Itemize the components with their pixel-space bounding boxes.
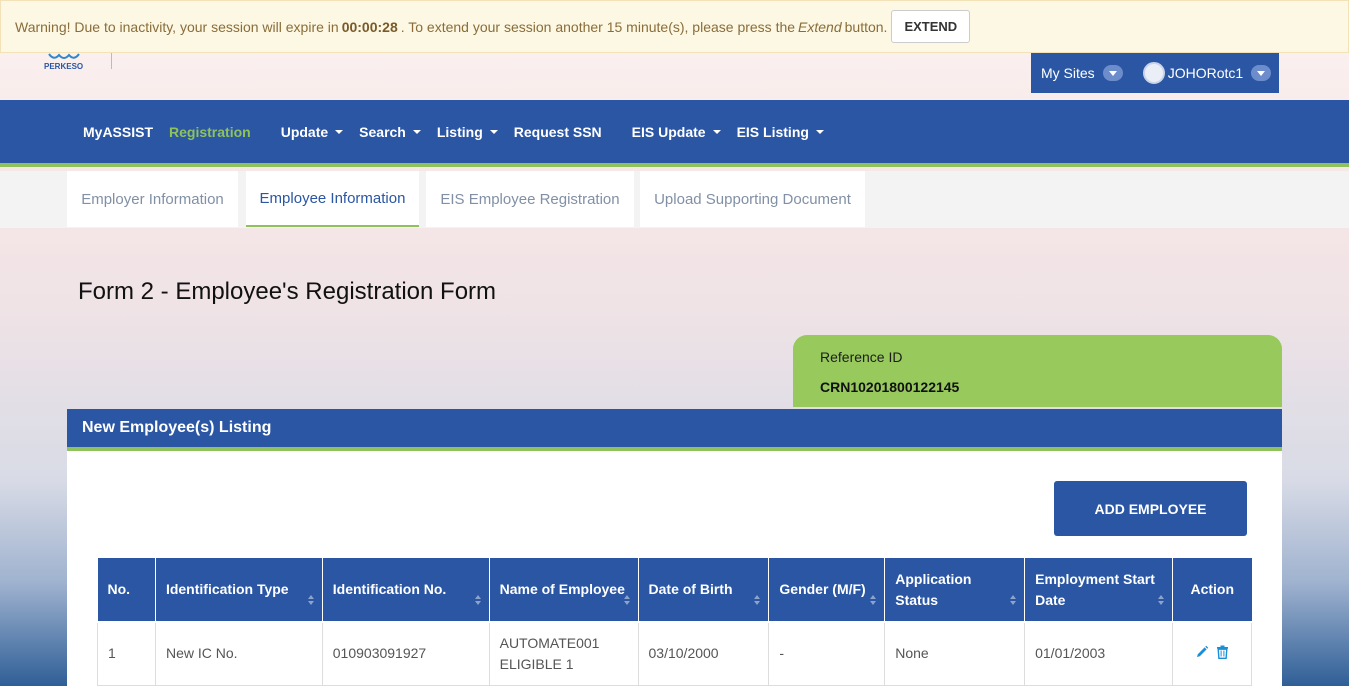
cell-name: AUTOMATE001 ELIGIBLE 1 — [488, 621, 639, 686]
cell-id-no: 010903091927 — [321, 621, 490, 686]
nav-request-ssn-label: Request SSN — [513, 123, 602, 140]
employee-table: No. Identification Type Identification N… — [97, 558, 1253, 686]
nav-update-label: Update — [280, 123, 329, 140]
nav-myassist[interactable]: MyASSIST — [83, 124, 153, 140]
my-sites-chevron-down-icon[interactable] — [1102, 65, 1123, 81]
pencil-icon[interactable] — [1195, 644, 1209, 665]
add-employee-button[interactable]: ADD EMPLOYEE — [1054, 481, 1247, 536]
col-start-date[interactable]: Employment Start Date — [1024, 558, 1173, 623]
col-no: No. — [97, 558, 156, 623]
cell-action — [1171, 621, 1253, 686]
sort-icon[interactable] — [307, 595, 315, 606]
nav-myassist-label: MyASSIST — [83, 123, 154, 140]
username-label[interactable]: JOHORotc1 — [1168, 65, 1243, 81]
header-divider — [111, 53, 112, 69]
col-status[interactable]: Application Status — [884, 558, 1026, 623]
col-dob-label: Date of Birth — [648, 581, 733, 597]
nav-registration[interactable]: Registration — [169, 124, 251, 140]
nav-listing[interactable]: Listing — [437, 124, 498, 140]
sort-icon[interactable] — [623, 595, 631, 606]
nav-eis-update[interactable]: EIS Update — [632, 124, 721, 140]
trash-icon[interactable] — [1216, 644, 1229, 665]
warning-suffix: button. — [844, 18, 888, 35]
chevron-down-icon — [335, 129, 344, 134]
cell-dob: 03/10/2000 — [637, 621, 770, 686]
col-dob[interactable]: Date of Birth — [638, 558, 770, 623]
page-title: Form 2 - Employee's Registration Form — [78, 278, 497, 305]
extend-button[interactable]: EXTEND — [891, 10, 971, 43]
warning-emph: Extend — [798, 18, 842, 35]
chevron-down-icon — [712, 129, 721, 134]
reference-box: Reference ID CRN10201800122145 — [793, 335, 1282, 407]
main-navbar: MyASSIST Registration Update Search List… — [0, 100, 1349, 167]
tab-employee-information[interactable]: Employee Information — [246, 171, 419, 227]
tab-upload-supporting-document[interactable]: Upload Supporting Document — [640, 171, 865, 227]
nav-registration-label: Registration — [169, 123, 251, 140]
user-menu-chevron-down-icon[interactable] — [1251, 65, 1272, 81]
col-identification-no-label: Identification No. — [332, 581, 447, 597]
col-start-date-label: Employment Start Date — [1035, 570, 1155, 608]
cell-status: None — [884, 621, 1026, 686]
chevron-down-icon — [815, 129, 824, 134]
nav-eis-listing[interactable]: EIS Listing — [737, 124, 824, 140]
chevron-down-icon — [489, 129, 498, 134]
sort-icon[interactable] — [754, 595, 761, 606]
nav-search[interactable]: Search — [359, 124, 421, 140]
col-gender[interactable]: Gender (M/F) — [768, 558, 886, 623]
avatar-icon[interactable] — [1142, 62, 1165, 84]
warning-prefix: Warning! Due to inactivity, your session… — [15, 18, 339, 35]
nav-eis-listing-label: EIS Listing — [736, 123, 809, 140]
col-no-label: No. — [107, 581, 131, 597]
col-identification-type[interactable]: Identification Type — [155, 558, 323, 623]
perkeso-logo[interactable]: PERKESO — [44, 53, 88, 73]
col-gender-label: Gender (M/F) — [779, 581, 866, 597]
warning-countdown: 00:00:28 — [341, 18, 398, 35]
cell-start-date: 01/01/2003 — [1024, 621, 1173, 686]
sort-icon[interactable] — [474, 595, 482, 606]
col-name-label: Name of Employee — [499, 581, 625, 597]
cell-gender: - — [768, 621, 886, 686]
col-action: Action — [1172, 558, 1252, 623]
nav-update[interactable]: Update — [280, 123, 344, 140]
logo-brand-text: PERKESO — [44, 62, 84, 71]
my-sites-label[interactable]: My Sites — [1041, 65, 1095, 81]
sort-icon[interactable] — [1157, 595, 1165, 606]
table-header-row: No. Identification Type Identification N… — [97, 558, 1252, 623]
col-action-label: Action — [1190, 581, 1235, 597]
tab-employer-information[interactable]: Employer Information — [67, 171, 238, 227]
table-row: 1 New IC No. 010903091927 AUTOMATE001 EL… — [97, 621, 1253, 686]
panel-header: New Employee(s) Listing — [67, 409, 1282, 451]
session-warning-banner: Warning! Due to inactivity, your session… — [0, 0, 1349, 53]
warning-middle: . To extend your session another 15 minu… — [400, 18, 796, 35]
cell-id-type: New IC No. — [154, 621, 323, 686]
sort-icon[interactable] — [1010, 595, 1017, 606]
nav-eis-update-label: EIS Update — [631, 123, 706, 140]
chevron-down-icon — [412, 129, 421, 134]
nav-request-ssn[interactable]: Request SSN — [514, 124, 602, 140]
reference-value: CRN10201800122145 — [820, 379, 960, 395]
tab-eis-employee-registration[interactable]: EIS Employee Registration — [426, 171, 634, 227]
col-identification-type-label: Identification Type — [165, 581, 289, 597]
col-identification-no[interactable]: Identification No. — [322, 558, 490, 623]
col-status-label: Application Status — [895, 570, 972, 608]
cell-no: 1 — [97, 621, 156, 686]
user-toolbar: My Sites JOHORotc1 — [1031, 53, 1279, 93]
logo-waves-icon — [48, 53, 80, 59]
nav-search-label: Search — [359, 123, 406, 140]
sort-icon[interactable] — [870, 595, 877, 606]
panel-title: New Employee(s) Listing — [82, 419, 272, 436]
nav-listing-label: Listing — [436, 123, 483, 140]
reference-label: Reference ID — [820, 349, 903, 365]
col-name[interactable]: Name of Employee — [489, 558, 639, 623]
